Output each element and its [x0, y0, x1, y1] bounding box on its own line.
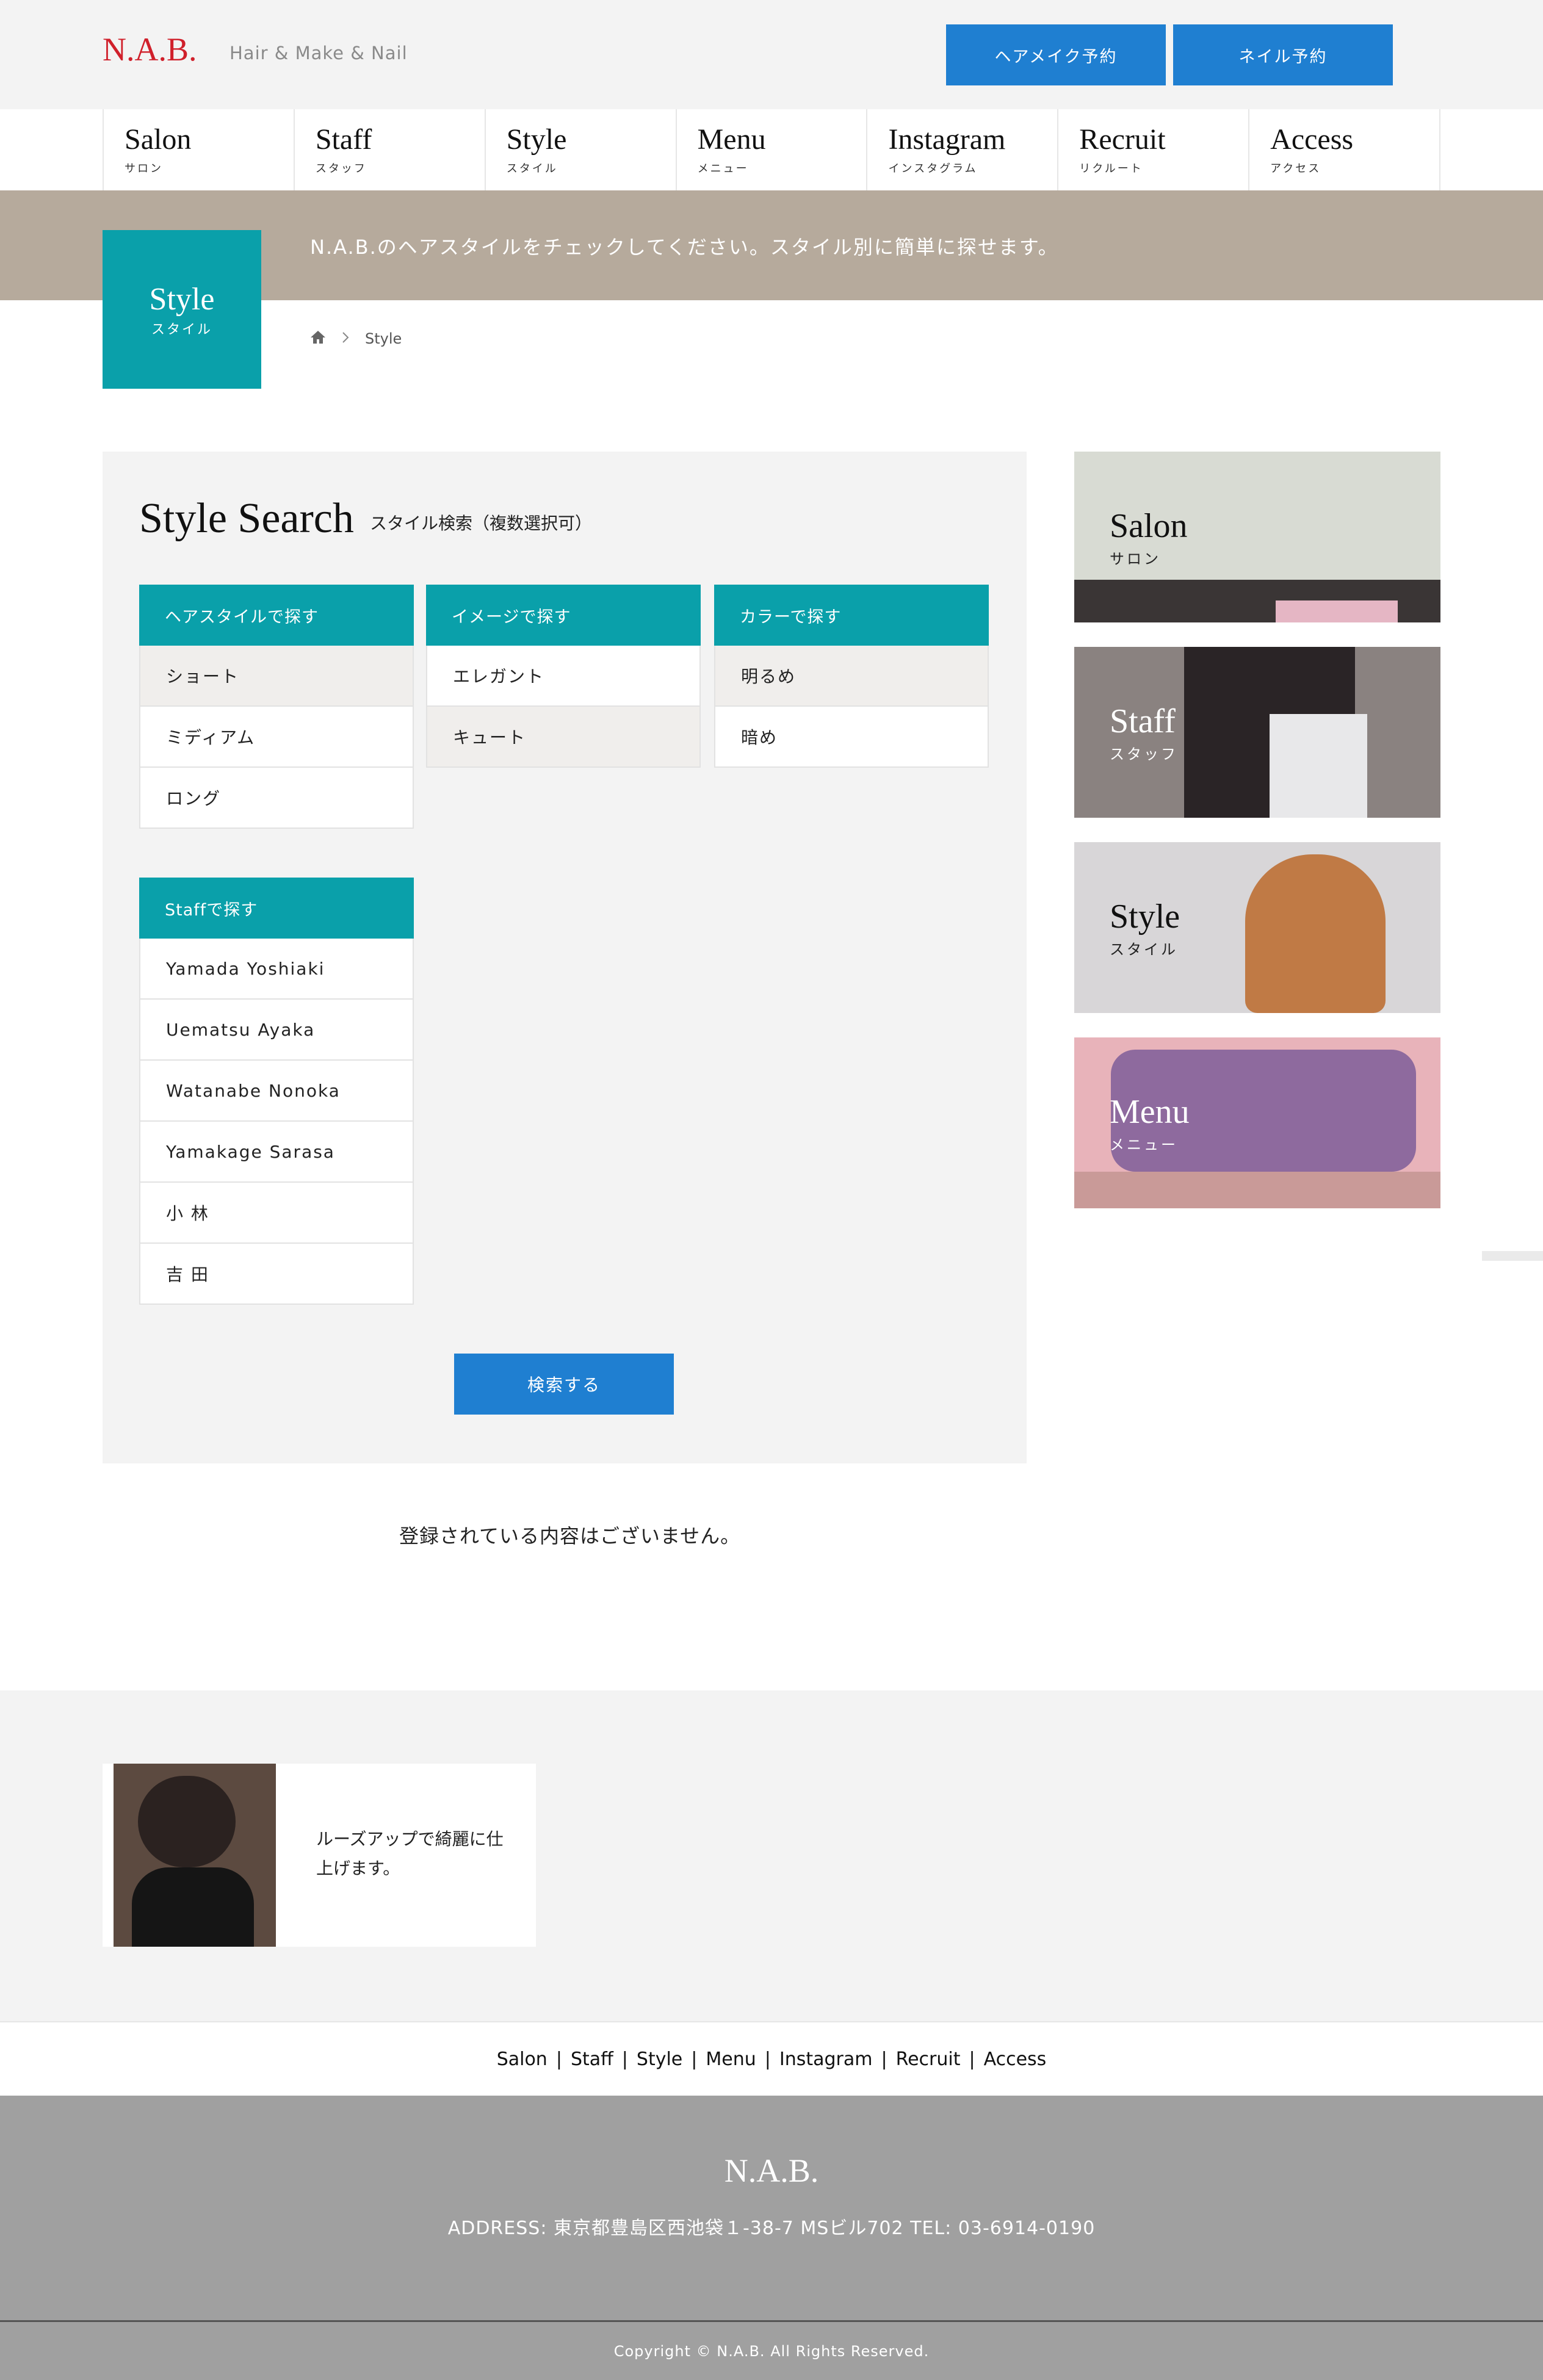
breadcrumb: Style [310, 330, 402, 348]
filter-option-medium[interactable]: ミディアム [139, 707, 414, 768]
separator: | [969, 2048, 975, 2070]
filter-option-elegant[interactable]: エレガント [426, 646, 701, 707]
featured-card-photo [114, 1764, 276, 1947]
nav-sublabel: スタッフ [315, 162, 367, 175]
filter-group-header: イメージで探す [426, 585, 701, 646]
hairstyle-filter-group: ヘアスタイルで探す ショート ミディアム ロング [139, 585, 414, 829]
site-footer [0, 2096, 1543, 2320]
nav-label: Style [506, 123, 567, 156]
search-subtitle: スタイル検索（複数選択可） [370, 513, 593, 533]
sidebar-label: Salon [1110, 507, 1188, 545]
separator: | [555, 2048, 562, 2070]
nav-item-instagram[interactable]: Instagram インスタグラム [867, 109, 1059, 190]
separator: | [621, 2048, 628, 2070]
filter-group-header: Staffで探す [139, 878, 414, 939]
sidebar-label: Staff [1110, 702, 1176, 740]
nail-reserve-button[interactable]: ネイル予約 [1173, 24, 1393, 85]
filter-option-staff[interactable]: 小 林 [139, 1183, 414, 1244]
hairmake-reserve-button[interactable]: ヘアメイク予約 [946, 24, 1166, 85]
filter-option-staff[interactable]: Yamada Yoshiaki [139, 939, 414, 1000]
footer-link-recruit[interactable]: Recruit [896, 2049, 961, 2070]
staff-photo-shirt [1270, 714, 1367, 818]
nav-item-salon[interactable]: Salon サロン [104, 109, 295, 190]
sidebar-sublabel: メニュー [1110, 1136, 1178, 1153]
featured-card-text: ルーズアップで綺麗に仕上げます。 [316, 1829, 504, 1878]
filter-option-long[interactable]: ロング [139, 768, 414, 829]
nav-item-style[interactable]: Style スタイル [486, 109, 677, 190]
staff-filter-group: Staffで探す Yamada Yoshiaki Uematsu Ayaka W… [139, 878, 414, 1305]
sidebar-sublabel: スタイル [1110, 941, 1178, 958]
footer-address: ADDRESS: 東京都豊島区西池袋１-38-7 MSビル702 TEL: 03… [447, 2218, 1096, 2239]
main-nav: Salon サロン Staff スタッフ Style スタイル Menu メニュー In… [103, 109, 1441, 190]
sidebar-label: Style [1110, 898, 1180, 936]
nav-sublabel: メニュー [697, 162, 749, 175]
banner-description: N.A.B.のヘアスタイルをチェックしてください。スタイル別に簡単に探せます。 [310, 236, 1059, 259]
filter-option-dark[interactable]: 暗め [714, 707, 989, 768]
filter-group-header: ヘアスタイルで探す [139, 585, 414, 646]
nav-label: Salon [125, 123, 192, 156]
photo-shoulders [132, 1867, 254, 1947]
nav-label: Staff [315, 123, 372, 156]
nav-sublabel: サロン [125, 162, 163, 175]
nav-sublabel: インスタグラム [888, 162, 978, 175]
filter-option-staff[interactable]: Watanabe Nonoka [139, 1061, 414, 1122]
filter-option-cute[interactable]: キュート [426, 707, 701, 768]
page-top-tab[interactable] [1482, 1251, 1543, 1261]
page-title-box: Style スタイル [103, 230, 261, 389]
filter-option-staff[interactable]: Uematsu Ayaka [139, 1000, 414, 1061]
empty-result-message: 登録されている内容はございません。 [399, 1524, 741, 1548]
nav-sublabel: アクセス [1270, 162, 1321, 175]
footer-link-staff[interactable]: Staff [571, 2049, 613, 2070]
search-title: Style Search [139, 495, 354, 542]
sidebar-link-salon[interactable]: Salon サロン [1074, 452, 1440, 622]
nav-label: Instagram [888, 123, 1006, 156]
sidebar-label: Menu [1110, 1093, 1190, 1131]
color-filter-group: カラーで探す 明るめ 暗め [714, 585, 989, 768]
nav-sublabel: リクルート [1079, 162, 1143, 175]
breadcrumb-current: Style [365, 330, 402, 347]
image-filter-group: イメージで探す エレガント キュート [426, 585, 701, 768]
menu-photo-hands [1074, 1172, 1440, 1208]
nav-item-staff[interactable]: Staff スタッフ [295, 109, 486, 190]
site-logo[interactable]: N.A.B. [103, 31, 197, 68]
nav-label: Recruit [1079, 123, 1166, 156]
copyright: Copyright © N.A.B. All Rights Reserved. [0, 2320, 1543, 2380]
separator: | [691, 2048, 698, 2070]
separator: | [764, 2048, 771, 2070]
nav-sublabel: スタイル [506, 162, 558, 175]
page-title-jp: スタイル [151, 322, 212, 337]
photo-hair [138, 1776, 236, 1867]
salon-photo-detail [1276, 600, 1398, 622]
footer-nav: Salon | Staff | Style | Menu | Instagram | Re… [0, 2021, 1543, 2096]
nav-label: Access [1270, 123, 1354, 156]
filter-group-header: カラーで探す [714, 585, 989, 646]
footer-link-menu[interactable]: Menu [706, 2049, 756, 2070]
sidebar-link-style[interactable]: Style スタイル [1074, 842, 1440, 1013]
footer-link-instagram[interactable]: Instagram [779, 2049, 873, 2070]
chevron-right-icon [342, 330, 349, 347]
sidebar-sublabel: スタッフ [1110, 746, 1178, 763]
footer-link-salon[interactable]: Salon [497, 2049, 547, 2070]
filter-option-short[interactable]: ショート [139, 646, 414, 707]
style-photo-hair [1245, 854, 1386, 1013]
sidebar-link-menu[interactable]: Menu メニュー [1074, 1037, 1440, 1208]
filter-option-bright[interactable]: 明るめ [714, 646, 989, 707]
site-tagline: Hair & Make & Nail [229, 43, 408, 63]
search-submit-button[interactable]: 検索する [454, 1354, 674, 1415]
filter-option-staff[interactable]: Yamakage Sarasa [139, 1122, 414, 1183]
home-icon[interactable] [310, 330, 326, 348]
sidebar-sublabel: サロン [1110, 550, 1161, 568]
nav-label: Menu [697, 123, 766, 156]
separator: | [881, 2048, 887, 2070]
footer-link-style[interactable]: Style [637, 2049, 682, 2070]
page-title: Style [149, 282, 215, 317]
nav-item-recruit[interactable]: Recruit リクルート [1058, 109, 1250, 190]
nav-item-access[interactable]: Access アクセス [1249, 109, 1441, 190]
footer-link-access[interactable]: Access [984, 2049, 1047, 2070]
filter-option-staff[interactable]: 吉 田 [139, 1244, 414, 1305]
footer-logo: N.A.B. [724, 2152, 819, 2189]
nav-item-menu[interactable]: Menu メニュー [677, 109, 868, 190]
sidebar-link-staff[interactable]: Staff スタッフ [1074, 647, 1440, 818]
